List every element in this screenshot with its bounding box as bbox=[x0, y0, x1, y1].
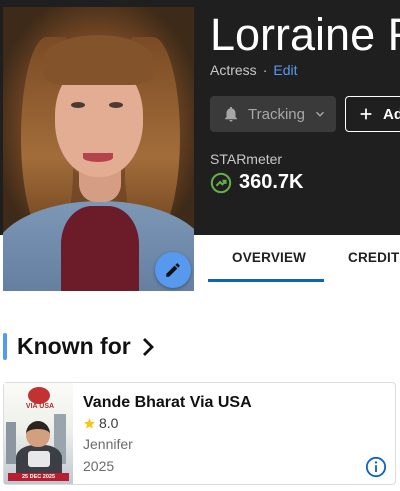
tracking-button[interactable]: Tracking bbox=[210, 96, 336, 132]
edit-link[interactable]: Edit bbox=[273, 62, 297, 78]
trend-up-icon bbox=[210, 172, 232, 193]
role-row: Actress · Edit bbox=[210, 62, 298, 78]
tracking-label: Tracking bbox=[248, 105, 305, 123]
section-accent-bar bbox=[3, 333, 7, 360]
starmeter-value: 360.7K bbox=[239, 171, 304, 193]
person-name: Lorraine Ro bbox=[210, 9, 400, 60]
info-icon[interactable] bbox=[365, 456, 387, 478]
starmeter-title: STARmeter bbox=[210, 151, 283, 167]
plus-icon bbox=[360, 108, 372, 120]
profile-photo[interactable] bbox=[3, 7, 194, 291]
add-label: Ad bbox=[383, 105, 400, 123]
rating: 8.0 bbox=[83, 415, 118, 431]
active-tab-indicator bbox=[208, 279, 324, 282]
tab-credits[interactable]: CREDITS bbox=[348, 250, 400, 265]
chevron-down-icon bbox=[315, 111, 324, 117]
person-role: Actress bbox=[210, 62, 257, 78]
star-icon bbox=[84, 417, 95, 428]
add-button[interactable]: Ad bbox=[345, 96, 400, 132]
rating-value: 8.0 bbox=[99, 415, 119, 431]
section-title: Known for bbox=[17, 333, 131, 359]
known-for-header[interactable]: Known for bbox=[3, 333, 155, 360]
bell-icon bbox=[225, 106, 237, 122]
known-for-card[interactable]: VIA USA 25 DEC 2025 Vande Bharat Via USA… bbox=[3, 382, 396, 485]
release-year: 2025 bbox=[83, 458, 115, 474]
poster-logo-text: VIA USA bbox=[25, 403, 55, 410]
chevron-right-icon bbox=[142, 337, 154, 356]
edit-photo-button[interactable] bbox=[155, 252, 191, 288]
pencil-icon bbox=[166, 263, 180, 277]
starmeter[interactable]: 360.7K bbox=[210, 171, 304, 194]
tab-overview[interactable]: OVERVIEW bbox=[232, 250, 306, 265]
person-page: Lorraine Ro Actress·Edit Tracking Ad STA… bbox=[0, 0, 400, 491]
poster-image[interactable]: VIA USA 25 DEC 2025 bbox=[4, 383, 73, 484]
tab-bar: OVERVIEW CREDITS bbox=[208, 235, 400, 291]
character-name: Jennifer bbox=[83, 436, 133, 452]
poster-date: 25 DEC 2025 bbox=[8, 473, 69, 481]
title-name[interactable]: Vande Bharat Via USA bbox=[83, 394, 252, 412]
